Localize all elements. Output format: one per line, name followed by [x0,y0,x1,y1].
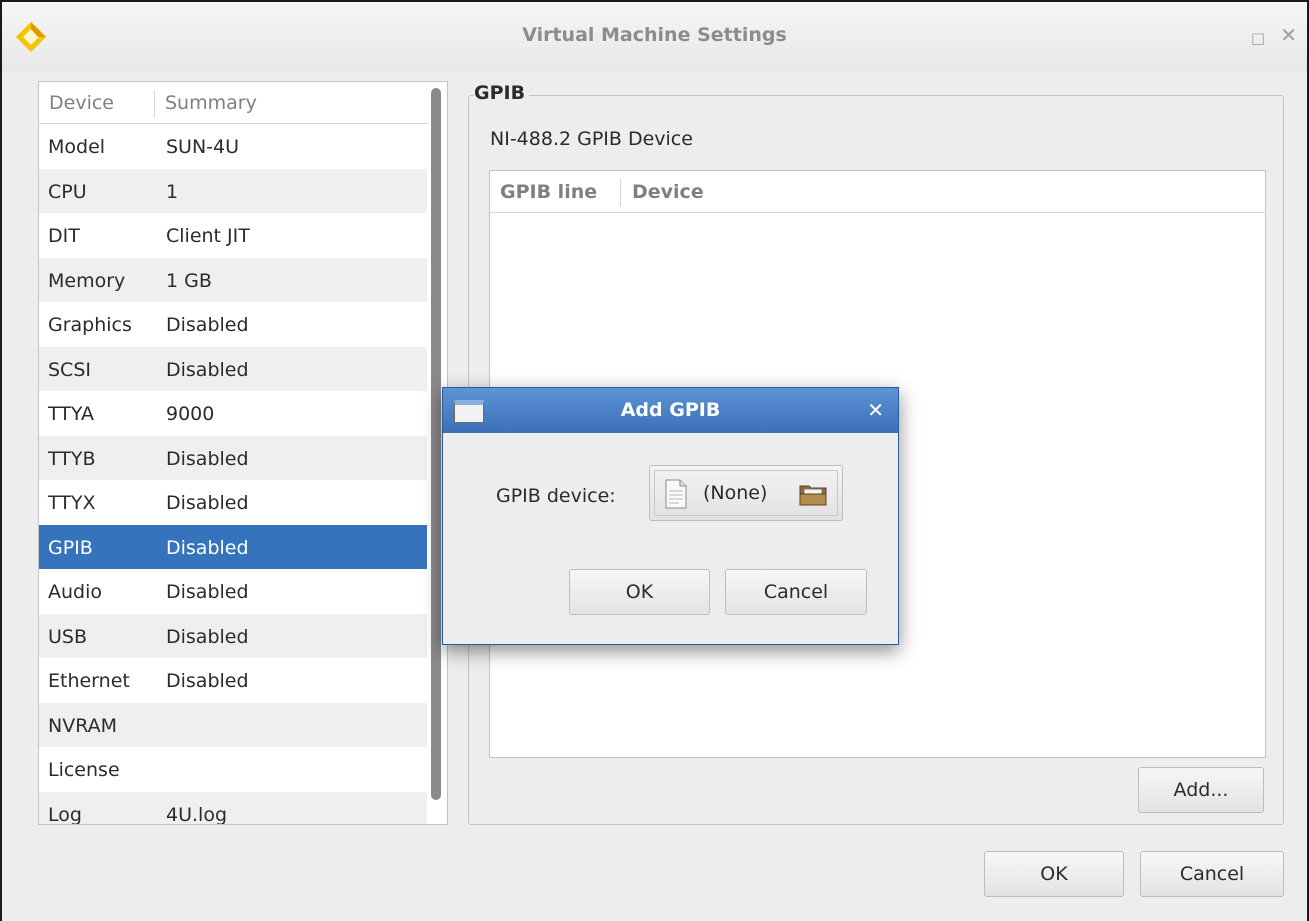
device-row-memory[interactable]: Memory 1 GB [39,257,427,302]
document-icon [665,479,687,509]
device-row-scsi[interactable]: SCSI Disabled [39,346,427,391]
chooser-frame: (None) [654,470,838,516]
header-divider [620,179,621,207]
dialog-title-bar[interactable]: Add GPIB ✕ [443,388,898,433]
device-summary: Disabled [166,358,249,381]
device-row-nvram[interactable]: NVRAM [39,702,427,747]
maximize-icon[interactable]: □ [1251,27,1265,49]
title-bar[interactable]: Virtual Machine Settings □ ✕ [2,2,1307,72]
device-name: License [48,759,120,781]
device-list-scrollbar[interactable] [429,86,443,802]
device-name: TTYA [48,403,95,425]
gpib-device-value: (None) [703,482,768,504]
gpib-device-description: NI-488.2 GPIB Device [490,128,693,150]
device-summary: Client JIT [166,225,250,247]
device-row-log[interactable]: Log 4U.log [39,791,427,825]
device-row-ttya[interactable]: TTYA 9000 [39,391,427,436]
device-list[interactable]: Device Summary Model SUN-4U CPU 1 DIT Client … [38,81,448,825]
scrollbar-thumb[interactable] [431,88,441,800]
gpib-table-header: GPIB line Device [490,171,1265,213]
device-row-dit[interactable]: DIT Client JIT [39,213,427,258]
device-summary: Disabled [166,536,249,559]
add-button[interactable]: Add... [1138,767,1264,813]
ok-button[interactable]: OK [984,851,1124,897]
cancel-button[interactable]: Cancel [1140,851,1284,897]
device-name: SCSI [48,358,91,381]
device-row-usb[interactable]: USB Disabled [39,613,427,658]
device-list-header: Device Summary [39,82,429,124]
device-name: Memory [48,269,126,292]
device-summary: 1 GB [166,269,212,292]
device-name: Audio [48,581,103,603]
device-summary: SUN-4U [166,136,240,158]
device-name: Graphics [48,314,132,336]
device-name: TTYX [48,492,96,514]
device-row-model[interactable]: Model SUN-4U [39,124,427,169]
device-rows: Model SUN-4U CPU 1 DIT Client JIT Memory 1 GB Gr… [39,124,427,825]
window-title: Virtual Machine Settings [522,24,787,46]
gpib-group-title: GPIB [474,82,530,104]
column-header-device[interactable]: Device [49,92,114,114]
dialog-title: Add GPIB [620,399,721,421]
device-row-license[interactable]: License [39,747,427,792]
device-name: CPU [48,180,87,203]
device-row-ttyx[interactable]: TTYX Disabled [39,480,427,525]
device-name: USB [48,625,88,648]
device-name: Ethernet [48,670,130,692]
add-gpib-dialog: Add GPIB ✕ GPIB device: (None) OK Cancel [442,387,899,645]
device-summary: Disabled [166,670,249,692]
device-name: Model [48,136,106,158]
device-summary: Disabled [166,447,249,470]
device-summary: 1 [166,180,179,203]
dialog-cancel-button[interactable]: Cancel [725,569,867,615]
device-name: NVRAM [48,714,118,737]
device-summary: Disabled [166,492,249,514]
device-row-graphics[interactable]: Graphics Disabled [39,302,427,347]
device-name: DIT [48,225,80,247]
device-row-gpib[interactable]: GPIB Disabled [39,524,427,569]
header-divider [154,90,155,118]
device-summary: 4U.log [166,803,227,825]
device-row-ethernet[interactable]: Ethernet Disabled [39,658,427,703]
device-name: Log [48,803,82,825]
device-summary: Disabled [166,314,249,336]
device-summary: 9000 [166,403,215,425]
folder-icon [799,485,827,506]
device-row-ttyb[interactable]: TTYB Disabled [39,435,427,480]
device-row-audio[interactable]: Audio Disabled [39,569,427,614]
device-name: GPIB [48,536,93,559]
device-summary: Disabled [166,625,249,648]
device-summary: Disabled [166,581,249,603]
device-row-cpu[interactable]: CPU 1 [39,168,427,213]
dialog-ok-button[interactable]: OK [569,569,710,615]
device-name: TTYB [48,447,96,470]
close-icon[interactable]: ✕ [1280,24,1297,46]
column-header-summary[interactable]: Summary [165,92,257,114]
column-header-gpib-line[interactable]: GPIB line [500,181,597,203]
column-header-device[interactable]: Device [632,181,704,203]
gpib-device-label: GPIB device: [496,485,616,507]
close-icon[interactable]: ✕ [867,398,884,422]
gpib-device-chooser[interactable]: (None) [649,465,843,521]
